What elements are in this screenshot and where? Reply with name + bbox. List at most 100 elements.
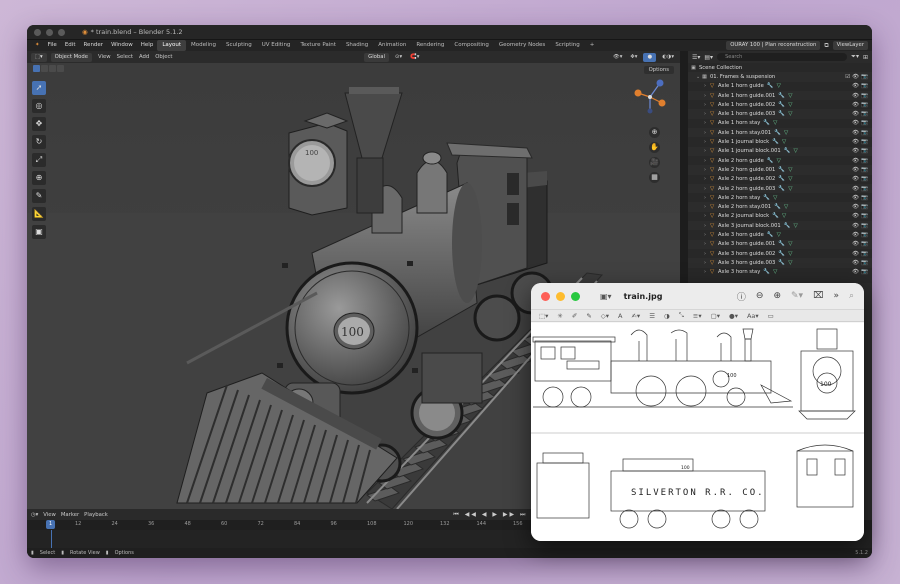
outliner-object-row[interactable]: › ▽ Axle 2 horn stay 🔧 ▽ 👁📷: [688, 193, 872, 202]
orientation-dropdown[interactable]: Global: [364, 52, 389, 62]
outliner-object-row[interactable]: › ▽ Axle 2 horn guide.002 🔧 ▽ 👁📷: [688, 175, 872, 184]
move-tool-icon[interactable]: ✥: [32, 117, 46, 131]
cursor-tool-icon[interactable]: ◎: [32, 99, 46, 113]
visibility-toggles[interactable]: 👁📷: [852, 148, 870, 154]
preview-close-button[interactable]: [541, 291, 550, 301]
editor-type-button[interactable]: ⬚▾: [31, 52, 47, 62]
visibility-toggles[interactable]: 👁📷: [852, 213, 870, 219]
snap-icon[interactable]: 🧲▾: [408, 54, 421, 60]
camera-icon[interactable]: 🎥: [649, 157, 660, 168]
outliner-object-row[interactable]: › ▽ Axle 1 horn stay 🔧 ▽ 👁📷: [688, 119, 872, 128]
workspace-tab-animation[interactable]: Animation: [373, 40, 411, 51]
outliner-object-row[interactable]: › ▽ Axle 2 horn guide 🔧 ▽ 👁📷: [688, 156, 872, 165]
outliner-object-row[interactable]: › ▽ Axle 3 horn guide.003 🔧 ▽ 👁📷: [688, 258, 872, 268]
visibility-toggles[interactable]: 👁📷: [852, 241, 870, 247]
outliner-object-row[interactable]: › ▽ Axle 1 journal block.001 🔧 ▽ 👁📷: [688, 146, 872, 156]
search-icon[interactable]: ⌕: [849, 291, 854, 301]
workspace-tab-shading[interactable]: Shading: [341, 40, 373, 51]
outliner-object-row[interactable]: › ▽ Axle 3 horn guide.002 🔧 ▽ 👁📷: [688, 249, 872, 258]
workspace-tab-texture-paint[interactable]: Texture Paint: [295, 40, 341, 51]
outliner-search-input[interactable]: Search: [717, 53, 848, 61]
visibility-icon[interactable]: 👁▾: [611, 54, 624, 60]
menu-file[interactable]: File: [44, 40, 61, 51]
rect-select-icon[interactable]: ⬚▾: [539, 312, 548, 320]
workspace-tab-uv-editing[interactable]: UV Editing: [257, 40, 296, 51]
markup-pen-icon[interactable]: ✎▾: [791, 291, 803, 301]
transform-tool-icon[interactable]: ⊕: [32, 171, 46, 185]
minimize-button[interactable]: [46, 29, 53, 36]
outliner-object-row[interactable]: › ▽ Axle 1 horn guide.003 🔧 ▽ 👁📷: [688, 109, 872, 119]
scale-tool-icon[interactable]: ⤢: [32, 153, 46, 167]
outliner-object-row[interactable]: › ▽ Axle 2 journal block 🔧 ▽ 👁📷: [688, 212, 872, 221]
annotate-tool-icon[interactable]: ✎: [32, 189, 46, 203]
outliner-object-row[interactable]: › ▽ Axle 1 journal block 🔧 ▽ 👁📷: [688, 137, 872, 146]
visibility-toggles[interactable]: 👁📷: [852, 83, 870, 89]
sketch-icon[interactable]: ✐: [572, 312, 577, 320]
workspace-tab-geometry-nodes[interactable]: Geometry Nodes: [494, 40, 550, 51]
instant-alpha-icon[interactable]: ✳: [557, 312, 562, 320]
visibility-toggles[interactable]: 👁📷: [852, 93, 870, 99]
preview-zoom-button[interactable]: [571, 291, 580, 301]
sign-icon[interactable]: ✍▾: [631, 312, 640, 320]
outliner-object-row[interactable]: › ▽ Axle 3 horn guide 🔧 ▽ 👁📷: [688, 230, 872, 239]
zoom-in-icon[interactable]: ⊕: [773, 291, 781, 301]
workspace-tab-layout[interactable]: Layout: [157, 40, 187, 51]
outliner-object-row[interactable]: › ▽ Axle 2 horn guide.001 🔧 ▽ 👁📷: [688, 165, 872, 175]
outliner-object-row[interactable]: › ▽ Axle 2 horn stay.001 🔧 ▽ 👁📷: [688, 202, 872, 212]
timeline-editor-icon[interactable]: ◷▾: [31, 512, 38, 518]
workspace-tab-modeling[interactable]: Modeling: [186, 40, 221, 51]
description-icon[interactable]: ▭: [768, 312, 774, 320]
workspace-tab-compositing[interactable]: Compositing: [449, 40, 493, 51]
playhead[interactable]: [51, 530, 52, 548]
outliner-scene-row[interactable]: ▣ Scene Collection: [688, 63, 872, 72]
zoom-button[interactable]: [58, 29, 65, 36]
zoom-icon[interactable]: ⊕: [649, 127, 660, 138]
viewport-menu-object[interactable]: Object: [153, 54, 174, 60]
draw-icon[interactable]: ✎: [586, 312, 591, 320]
visibility-toggles[interactable]: 👁📷: [852, 111, 870, 117]
workspace-tab-rendering[interactable]: Rendering: [411, 40, 449, 51]
visibility-toggles[interactable]: 👁📷: [852, 186, 870, 192]
visibility-toggles[interactable]: 👁📷: [852, 139, 870, 145]
text-style-icon[interactable]: Aa▾: [747, 312, 759, 320]
outliner-object-row[interactable]: › ▽ Axle 1 horn guide 🔧 ▽ 👁📷: [688, 82, 872, 91]
text-icon[interactable]: A: [618, 312, 622, 320]
new-collection-icon[interactable]: ⊞: [863, 54, 868, 61]
perspective-grid-icon[interactable]: ▦: [649, 172, 660, 183]
timeline-menu-marker[interactable]: Marker: [61, 512, 79, 518]
add-cube-tool-icon[interactable]: ▣: [32, 225, 46, 239]
visibility-toggles[interactable]: 👁📷: [852, 120, 870, 126]
workspace-tab-sculpting[interactable]: Sculpting: [221, 40, 257, 51]
shading-solid-button[interactable]: ●: [643, 52, 657, 62]
current-frame-indicator[interactable]: 1: [46, 520, 56, 529]
outliner-object-row[interactable]: › ▽ Axle 1 horn stay.001 🔧 ▽ 👁📷: [688, 128, 872, 138]
visibility-toggles[interactable]: 👁📷: [852, 176, 870, 182]
menu-edit[interactable]: Edit: [61, 40, 80, 51]
select-invert-icon[interactable]: [57, 65, 64, 72]
scene-new-icon[interactable]: ⧉: [824, 42, 828, 50]
outliner-object-row[interactable]: › ▽ Axle 3 horn guide.001 🔧 ▽ 👁📷: [688, 239, 872, 249]
viewport-menu-add[interactable]: Add: [137, 54, 151, 60]
visibility-toggles[interactable]: ☑👁📷: [845, 74, 870, 80]
visibility-toggles[interactable]: 👁📷: [852, 167, 870, 173]
viewport-menu-select[interactable]: Select: [115, 54, 135, 60]
visibility-toggles[interactable]: 👁📷: [852, 251, 870, 257]
adjust-color-icon[interactable]: ◑: [664, 312, 670, 320]
outliner-object-row[interactable]: › ▽ Axle 2 horn guide.003 🔧 ▽ 👁📷: [688, 183, 872, 194]
navigation-gizmo[interactable]: [630, 77, 670, 117]
blender-logo-icon[interactable]: ✦: [31, 40, 44, 51]
select-box-icon[interactable]: [33, 65, 40, 72]
workspace-tab-scripting[interactable]: Scripting: [550, 40, 584, 51]
select-tool-icon[interactable]: ➚: [32, 81, 46, 95]
viewport-menu-view[interactable]: View: [96, 54, 113, 60]
visibility-toggles[interactable]: 👁📷: [852, 204, 870, 210]
note-icon[interactable]: ☰: [649, 312, 655, 320]
outliner-object-row[interactable]: › ▽ Axle 1 horn guide.002 🔧 ▽ 👁📷: [688, 100, 872, 109]
measure-tool-icon[interactable]: 📐: [32, 207, 46, 221]
menu-window[interactable]: Window: [107, 40, 137, 51]
visibility-toggles[interactable]: 👁📷: [852, 269, 870, 275]
outliner-object-row[interactable]: › ▽ Axle 3 horn stay 🔧 ▽ 👁📷: [688, 268, 872, 277]
close-button[interactable]: [34, 29, 41, 36]
filter-display-icon[interactable]: ▤▾: [704, 54, 713, 61]
visibility-toggles[interactable]: 👁📷: [852, 223, 870, 229]
